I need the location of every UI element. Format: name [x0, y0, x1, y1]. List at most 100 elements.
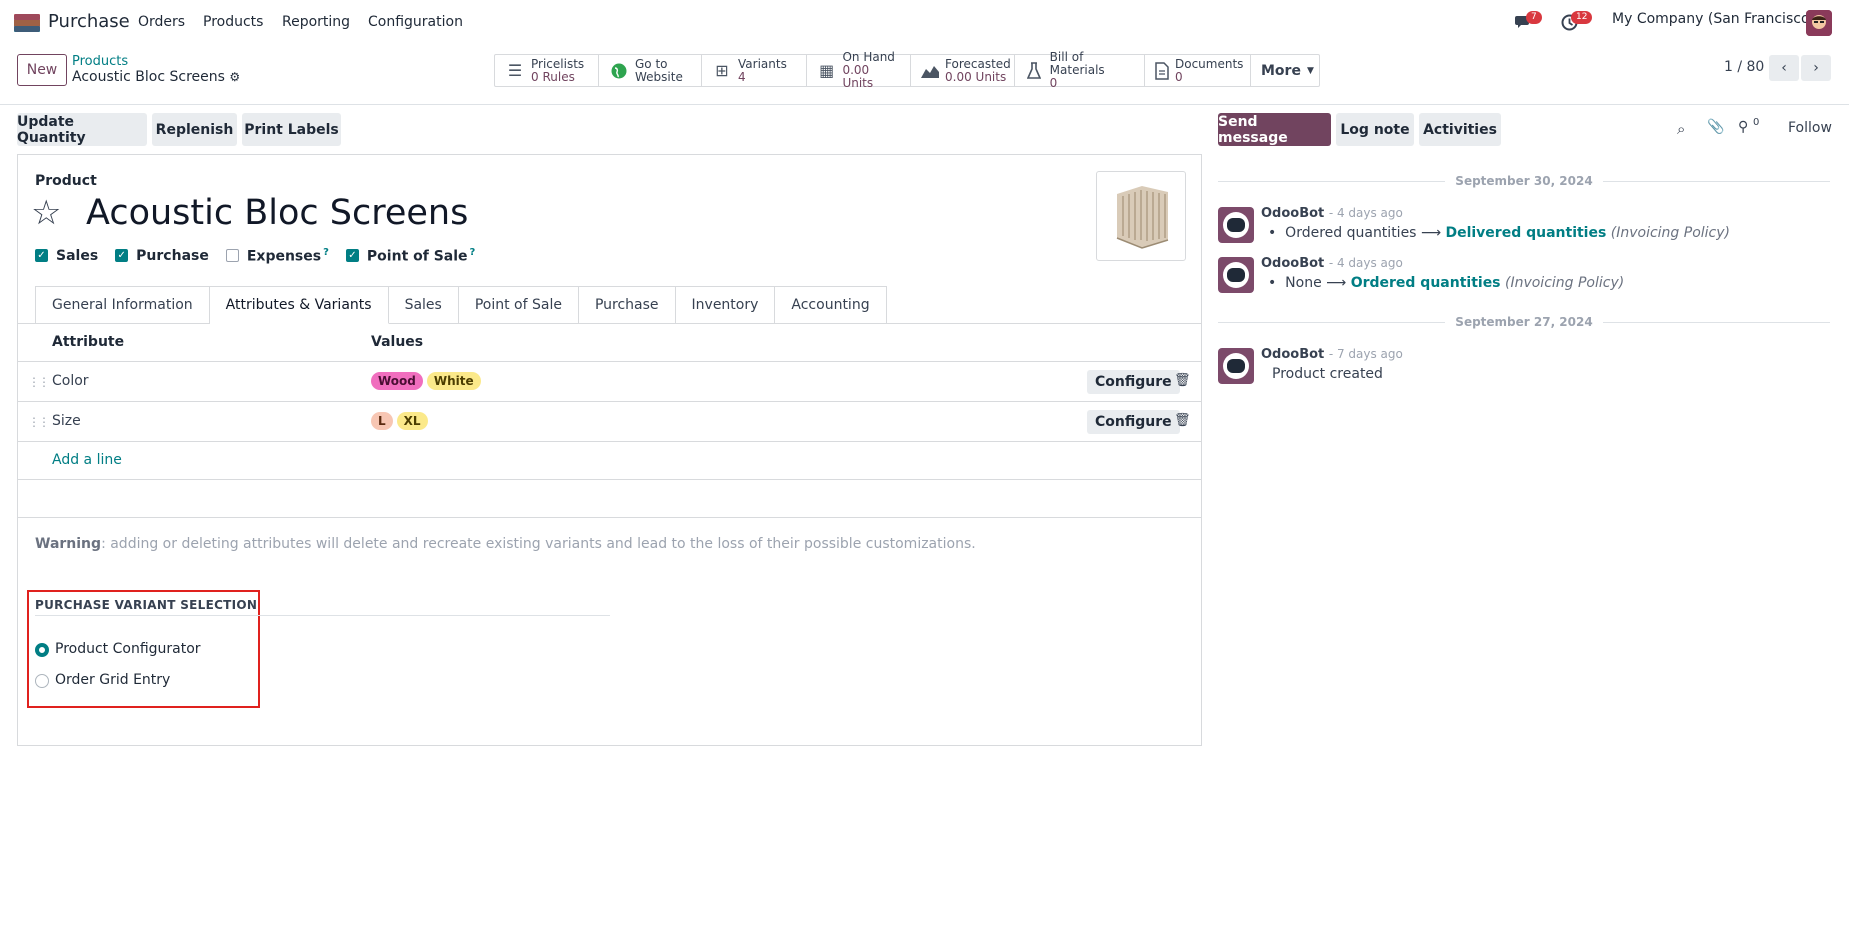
- tab-attributes-variants[interactable]: Attributes & Variants: [209, 286, 389, 324]
- menu-orders[interactable]: Orders: [138, 14, 185, 30]
- product-name-field[interactable]: Acoustic Bloc Screens: [86, 193, 468, 233]
- variants-button[interactable]: ⊞ Variants 4: [702, 55, 807, 86]
- activities-button[interactable]: Activities: [1419, 113, 1501, 146]
- company-switcher[interactable]: My Company (San Francisco): [1612, 11, 1815, 27]
- purchase-app-icon[interactable]: [14, 14, 40, 32]
- configure-button[interactable]: Configure: [1087, 410, 1180, 434]
- purchase-checkbox[interactable]: ✓ Purchase: [115, 247, 209, 265]
- user-avatar[interactable]: [1806, 10, 1832, 36]
- update-quantity-button[interactable]: Update Quantity: [17, 113, 147, 146]
- chevron-right-icon: ›: [1813, 60, 1819, 76]
- bom-button[interactable]: Bill of Materials 0: [1015, 51, 1145, 90]
- log-note-button[interactable]: Log note: [1336, 113, 1414, 146]
- value-tag[interactable]: XL: [396, 412, 428, 430]
- pager-previous[interactable]: ‹: [1769, 55, 1799, 81]
- expenses-checkbox[interactable]: Expenses?: [225, 247, 329, 265]
- new-button[interactable]: New: [17, 54, 67, 86]
- tab-purchase[interactable]: Purchase: [578, 286, 676, 324]
- more-button[interactable]: More ▼: [1251, 55, 1319, 86]
- value-tag[interactable]: L: [371, 412, 393, 430]
- value-tag[interactable]: Wood: [371, 372, 423, 390]
- sales-checkbox-label: Sales: [56, 247, 99, 264]
- new-value: Ordered quantities: [1350, 275, 1501, 291]
- more-label: More: [1261, 62, 1301, 79]
- search-icon[interactable]: ⌕: [1677, 120, 1685, 138]
- odoobot-avatar[interactable]: [1218, 257, 1254, 293]
- sales-check-icon[interactable]: ✓: [35, 249, 48, 263]
- star-icon[interactable]: ☆: [31, 193, 61, 233]
- bom-label: Bill of Materials: [1049, 50, 1105, 77]
- configure-button[interactable]: Configure: [1087, 370, 1180, 394]
- follow-button[interactable]: Follow: [1788, 120, 1832, 136]
- table-row[interactable]: ⋮⋮ Size L XL Configure 🗑: [18, 402, 1201, 442]
- value-tag[interactable]: White: [426, 372, 481, 390]
- forecasted-button[interactable]: Forecasted 0.00 Units: [911, 55, 1015, 86]
- help-tooltip-icon[interactable]: ?: [470, 247, 476, 258]
- tab-inventory[interactable]: Inventory: [675, 286, 776, 324]
- table-row[interactable]: ⋮⋮ Color Wood White Configure 🗑: [18, 362, 1201, 402]
- odoobot-avatar[interactable]: [1218, 207, 1254, 243]
- attribute-name[interactable]: Size: [52, 413, 81, 429]
- print-labels-button[interactable]: Print Labels: [242, 113, 341, 146]
- on-hand-button[interactable]: ▦ On Hand 0.00 Units: [807, 51, 911, 90]
- trash-icon[interactable]: 🗑: [1174, 373, 1191, 388]
- date-separator: September 27, 2024: [1218, 315, 1831, 329]
- column-values[interactable]: Values: [371, 334, 423, 350]
- warning-label: Warning: [35, 536, 102, 552]
- breadcrumb-products[interactable]: Products: [72, 54, 128, 69]
- menu-reporting[interactable]: Reporting: [282, 14, 350, 30]
- attribute-values[interactable]: L XL: [371, 412, 432, 430]
- tab-sales[interactable]: Sales: [388, 286, 459, 324]
- file-icon: [1155, 61, 1169, 80]
- expenses-checkbox-label: Expenses: [246, 248, 322, 265]
- gear-icon[interactable]: ⚙: [229, 70, 240, 84]
- menu-products[interactable]: Products: [203, 14, 263, 30]
- tracked-field: (Invoicing Policy): [1504, 275, 1625, 291]
- followers-icon[interactable]: ⚲: [1738, 119, 1748, 135]
- point-of-sale-checkbox[interactable]: ✓ Point of Sale?: [345, 247, 476, 265]
- expenses-check-icon[interactable]: [225, 249, 239, 263]
- message-time: - 4 days ago: [1328, 256, 1403, 270]
- followers-count: 0: [1753, 117, 1760, 128]
- author-name[interactable]: OdooBot: [1261, 347, 1324, 362]
- attribute-values[interactable]: Wood White: [371, 372, 485, 390]
- documents-button[interactable]: Documents 0: [1145, 55, 1251, 86]
- product-type-label: Product: [35, 173, 97, 189]
- drag-handle-icon[interactable]: ⋮⋮: [28, 415, 50, 429]
- drag-handle-icon[interactable]: ⋮⋮: [28, 375, 50, 389]
- tab-accounting[interactable]: Accounting: [775, 286, 887, 324]
- messages-badge: 7: [1526, 11, 1542, 24]
- author-name[interactable]: OdooBot: [1261, 256, 1324, 271]
- paperclip-icon[interactable]: 📎: [1707, 119, 1724, 135]
- chevron-left-icon: ‹: [1781, 60, 1787, 76]
- column-attribute[interactable]: Attribute: [52, 334, 124, 350]
- go-to-website-button[interactable]: Go to Website: [599, 55, 702, 86]
- pos-check-icon[interactable]: ✓: [345, 249, 359, 263]
- menu-configuration[interactable]: Configuration: [368, 14, 463, 30]
- pager-next[interactable]: ›: [1801, 55, 1831, 81]
- send-message-button[interactable]: Send message: [1218, 113, 1331, 146]
- help-tooltip-icon[interactable]: ?: [323, 247, 329, 258]
- odoobot-avatar[interactable]: [1218, 348, 1254, 384]
- attribute-name[interactable]: Color: [52, 373, 89, 389]
- add-line-link[interactable]: Add a line: [52, 452, 122, 468]
- sales-checkbox[interactable]: ✓ Sales: [35, 247, 98, 265]
- date-label: September 27, 2024: [1455, 315, 1593, 329]
- message-time: - 7 days ago: [1328, 347, 1403, 361]
- pager-value[interactable]: 1 / 80: [1724, 59, 1764, 75]
- order-grid-entry-radio[interactable]: [35, 674, 49, 688]
- product-configurator-label[interactable]: Product Configurator: [55, 641, 201, 657]
- trash-icon[interactable]: 🗑: [1174, 413, 1191, 428]
- pricelists-button[interactable]: ☰ Pricelists 0 Rules: [495, 55, 599, 86]
- replenish-button[interactable]: Replenish: [152, 113, 237, 146]
- product-image[interactable]: [1096, 171, 1186, 261]
- app-name[interactable]: Purchase: [48, 11, 130, 32]
- on-hand-value: 0.00 Units: [842, 63, 874, 90]
- author-name[interactable]: OdooBot: [1261, 206, 1324, 221]
- smart-buttons: ☰ Pricelists 0 Rules Go to Website ⊞ Varia…: [494, 51, 1320, 90]
- order-grid-entry-label[interactable]: Order Grid Entry: [55, 672, 170, 688]
- tab-point-of-sale[interactable]: Point of Sale: [458, 286, 579, 324]
- tab-general-information[interactable]: General Information: [35, 286, 210, 324]
- product-configurator-radio[interactable]: [35, 643, 49, 657]
- purchase-check-icon[interactable]: ✓: [115, 249, 129, 263]
